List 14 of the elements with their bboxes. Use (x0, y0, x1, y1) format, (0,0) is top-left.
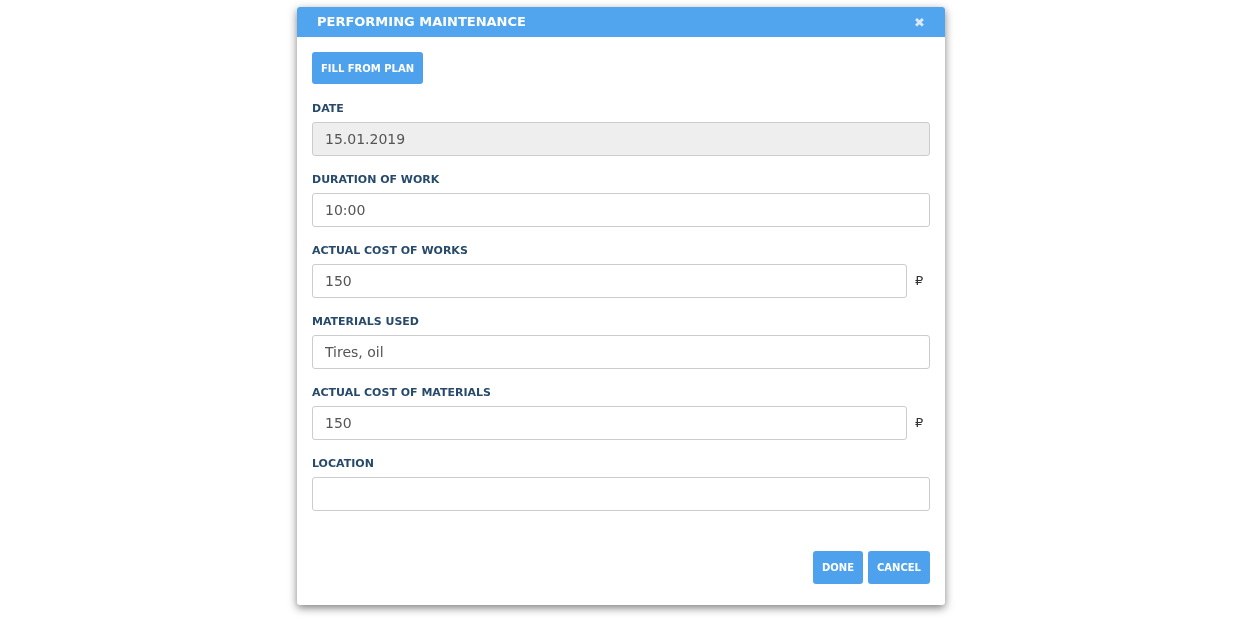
input-field[interactable]: 10:00 (312, 193, 930, 227)
input-field[interactable]: 150 (312, 406, 907, 440)
input-field[interactable]: Tires, oil (312, 335, 930, 369)
input-field[interactable]: 150 (312, 264, 907, 298)
field-label: DURATION OF WORK (312, 173, 441, 187)
currency-sign: ₽ (915, 272, 925, 291)
field-label: DATE (312, 102, 345, 116)
field-label: ACTUAL COST OF MATERIALS (312, 386, 493, 400)
dialog-title: PERFORMING MAINTENANCE (317, 13, 526, 32)
field-label: MATERIALS USED (312, 315, 420, 329)
field-label: LOCATION (312, 457, 375, 471)
currency-sign: ₽ (915, 414, 925, 433)
input-field[interactable] (312, 477, 930, 511)
field-label: ACTUAL COST OF WORKS (312, 244, 469, 258)
